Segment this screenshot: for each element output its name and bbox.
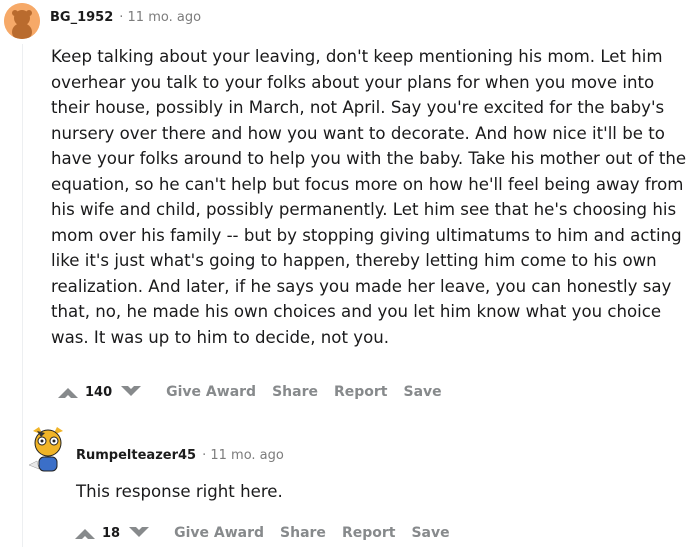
vote-count: 18 (102, 525, 121, 541)
avatar[interactable] (27, 425, 69, 473)
timestamp[interactable]: · 11 mo. ago (202, 448, 284, 463)
vote-count: 140 (85, 384, 113, 400)
give-award-button[interactable]: Give Award (174, 525, 264, 541)
comment-action-bar: 140 Give Award Share Report Save (55, 380, 442, 404)
report-button[interactable]: Report (334, 384, 388, 400)
snoo-avatar-icon (4, 3, 40, 39)
upvote-arrow-icon[interactable] (72, 523, 98, 543)
share-button[interactable]: Share (272, 384, 318, 400)
thread-line[interactable] (22, 44, 23, 547)
comment-body: Keep talking about your leaving, don't k… (51, 47, 687, 347)
avatar[interactable] (4, 3, 40, 39)
username[interactable]: BG_1952 (50, 10, 113, 25)
report-button[interactable]: Report (342, 525, 396, 541)
save-button[interactable]: Save (411, 525, 449, 541)
comment-header: Rumpelteazer45 · 11 mo. ago (76, 448, 284, 463)
share-button[interactable]: Share (280, 525, 326, 541)
downvote-arrow-icon[interactable] (118, 382, 144, 402)
snoo-avatar-icon (28, 427, 63, 472)
downvote-arrow-icon[interactable] (126, 523, 152, 543)
comment-action-bar: 18 Give Award Share Report Save (72, 521, 450, 545)
upvote-arrow-icon[interactable] (55, 382, 81, 402)
comment-header: BG_1952 · 11 mo. ago (50, 10, 201, 25)
timestamp[interactable]: · 11 mo. ago (119, 10, 201, 25)
save-button[interactable]: Save (404, 384, 442, 400)
comment-body: This response right here. (76, 482, 283, 501)
username[interactable]: Rumpelteazer45 (76, 448, 196, 463)
give-award-button[interactable]: Give Award (166, 384, 256, 400)
